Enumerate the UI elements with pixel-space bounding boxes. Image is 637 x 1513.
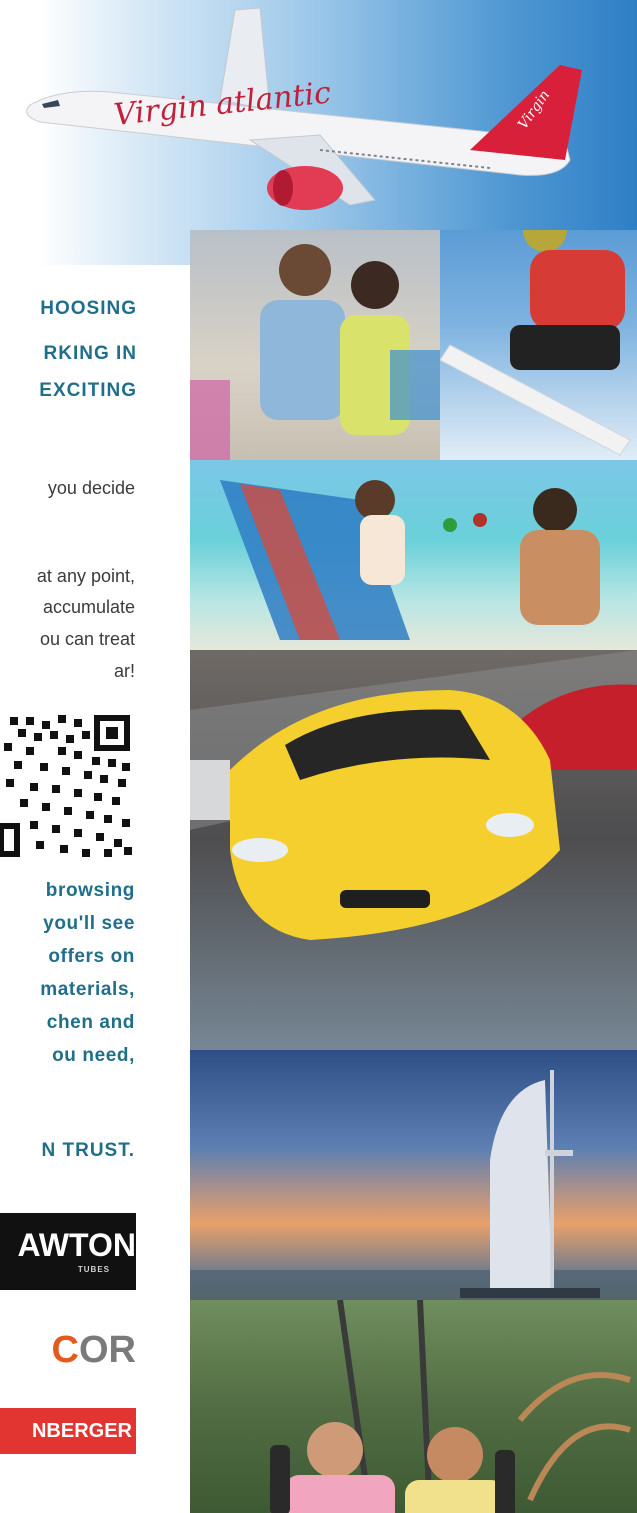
rollercoaster-riders-photo [190,1300,637,1513]
beach-couple-photo [190,460,637,660]
callout-line-6: ou need, [52,1045,135,1066]
cor-logo-rest: OR [79,1329,136,1371]
rothenberger-logo-text: NBERGER [31,1420,132,1442]
lawton-logo-text: AWTON [17,1227,136,1263]
qr-code[interactable] [0,713,133,858]
callout-line-5: chen and [46,1012,135,1033]
body-line-1: you decide [47,478,135,498]
headline-line-1: HOOSING [40,298,137,319]
callout-line-3: offers on [48,946,135,967]
callout-line-4: materials, [40,979,135,1000]
snowboarder-photo [439,230,637,470]
lawton-tubes-logo: AWTON TUBES [0,1213,136,1290]
rothenberger-logo: NBERGER [0,1408,136,1454]
lifestyle-collage [190,230,637,1513]
headline-line-2: RKING IN [43,343,137,364]
sports-cars-photo [190,650,637,1070]
lawton-logo-subtext: TUBES [77,1265,110,1274]
body-line-5: ar! [113,661,135,681]
body-line-2: at any point, [36,566,135,586]
trust-tagline: N TRUST. [41,1140,135,1161]
headline-line-3: EXCITING [39,380,137,401]
body-line-4: ou can treat [39,629,135,649]
virgin-airplane-image: Virgin atlantic Virgin [26,7,582,210]
brochure-page: Virgin atlantic Virgin HOOSING RKING IN … [0,0,637,1513]
dubai-burj-al-arab-photo [190,1050,637,1330]
body-line-3: accumulate [42,597,135,617]
callout-line-2: you'll see [43,913,135,934]
callout-line-1: browsing [45,880,135,901]
cor-logo-c: C [51,1329,79,1371]
cor-logo: COR [0,1320,136,1380]
